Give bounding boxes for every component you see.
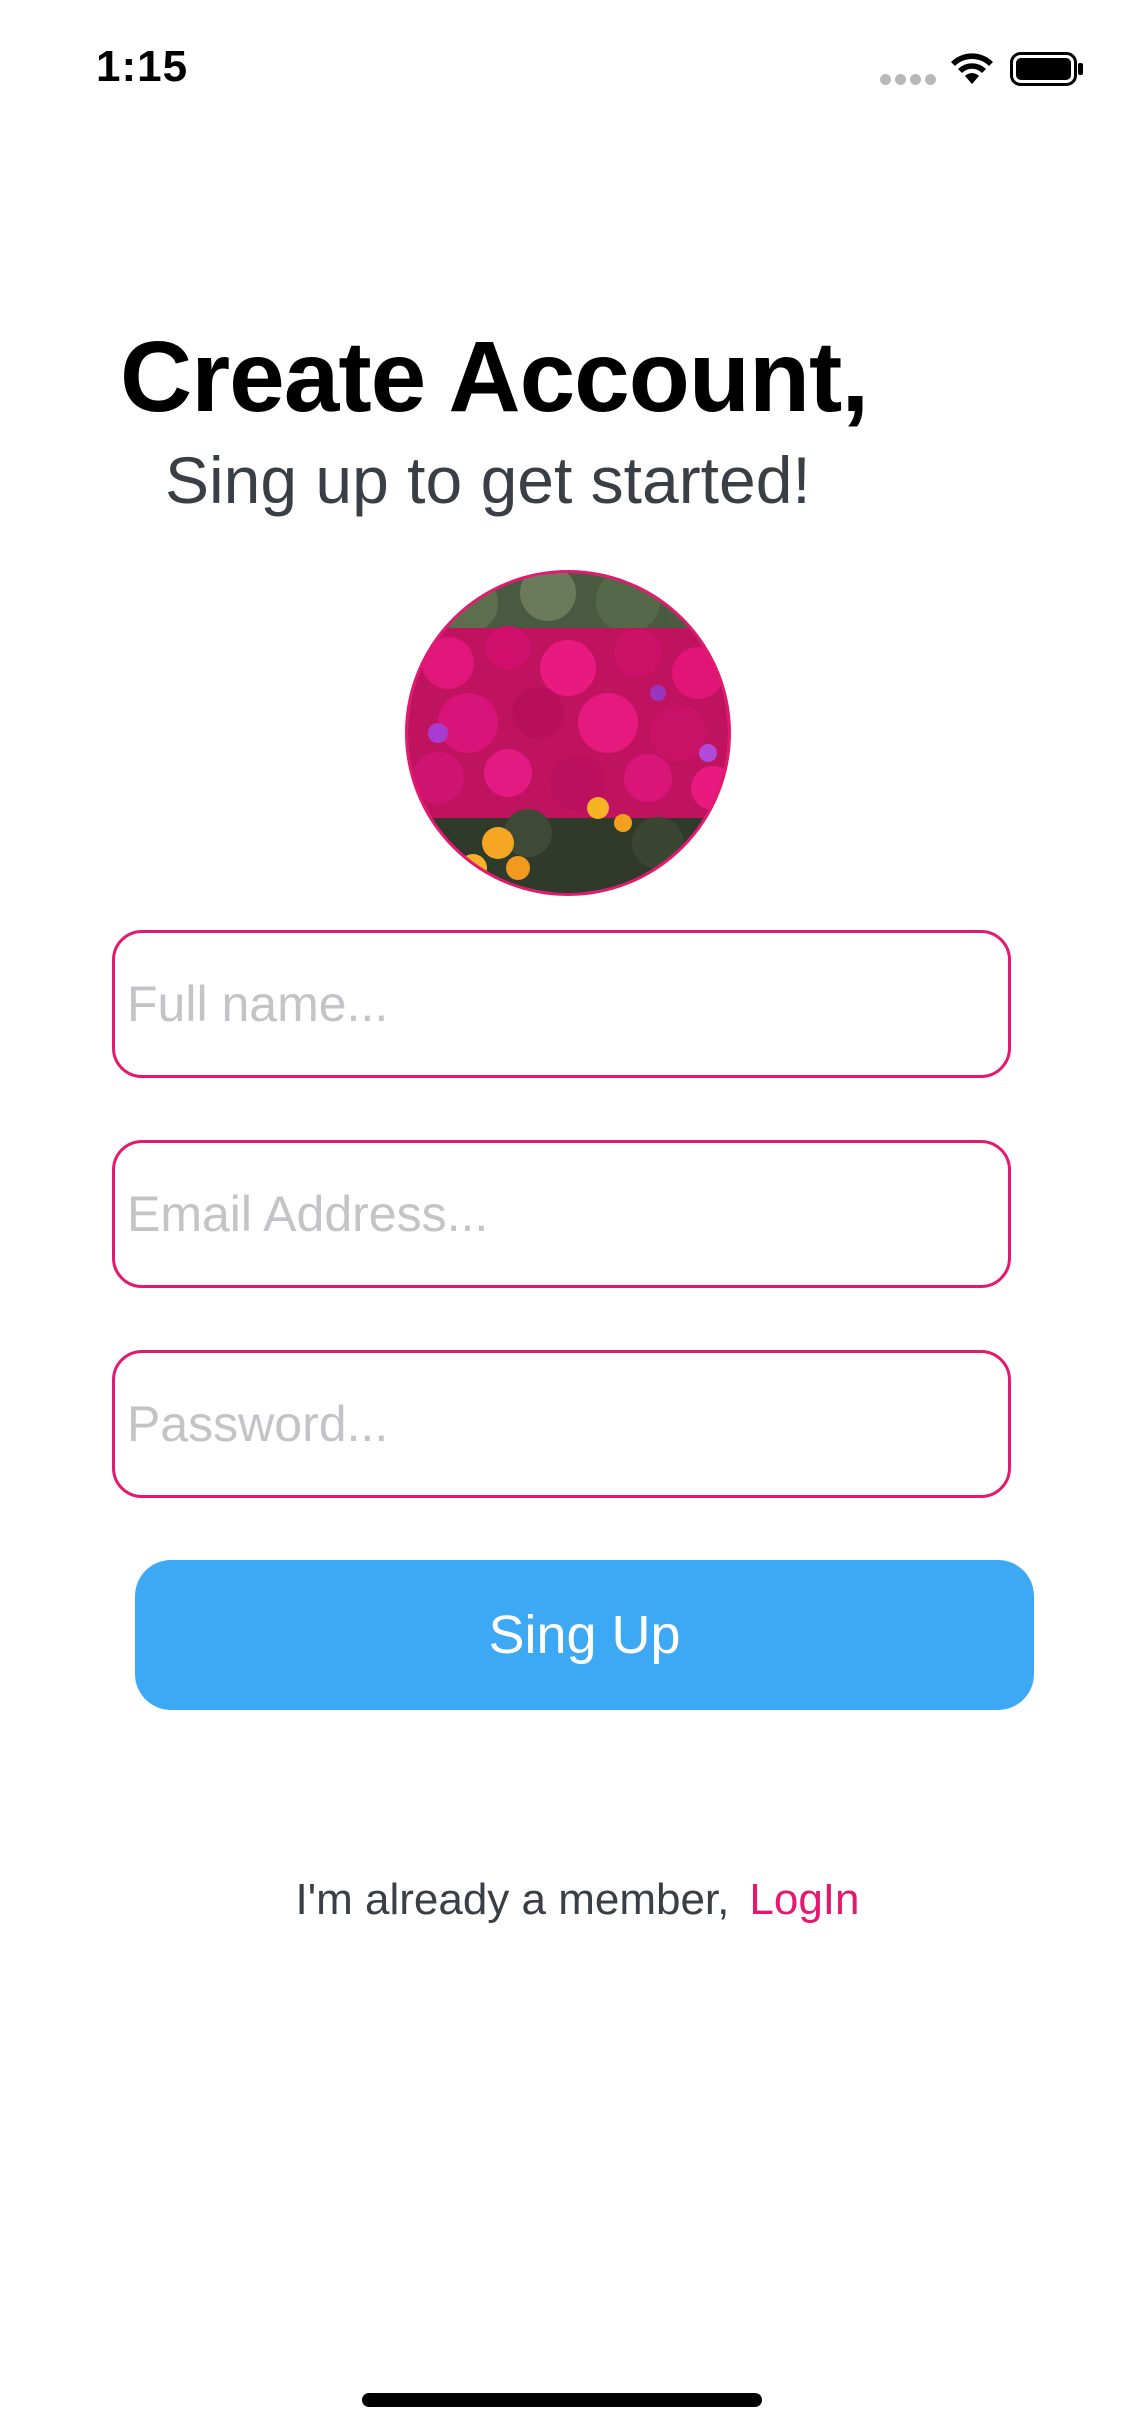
login-prompt: I'm already a member, LogIn <box>0 1875 1125 1925</box>
cellular-signal-icon <box>880 74 936 86</box>
login-prompt-text: I'm already a member, <box>295 1875 730 1924</box>
password-field[interactable] <box>112 1350 1011 1498</box>
email-input[interactable] <box>115 1143 1008 1285</box>
home-indicator[interactable] <box>362 2393 762 2407</box>
profile-photo-icon <box>408 573 728 893</box>
page-subtitle: Sing up to get started! <box>165 443 811 517</box>
status-time: 1:15 <box>96 42 189 91</box>
password-input[interactable] <box>115 1353 1008 1495</box>
battery-icon <box>1010 52 1083 86</box>
full-name-input[interactable] <box>115 933 1008 1075</box>
email-field[interactable] <box>112 1140 1011 1288</box>
wifi-icon <box>951 53 993 84</box>
page-title: Create Account, <box>120 321 869 433</box>
status-bar: 1:15 <box>0 0 1125 140</box>
full-name-field[interactable] <box>112 930 1011 1078</box>
avatar[interactable] <box>405 570 731 896</box>
sign-up-button[interactable]: Sing Up <box>135 1560 1034 1710</box>
login-link[interactable]: LogIn <box>749 1875 859 1924</box>
